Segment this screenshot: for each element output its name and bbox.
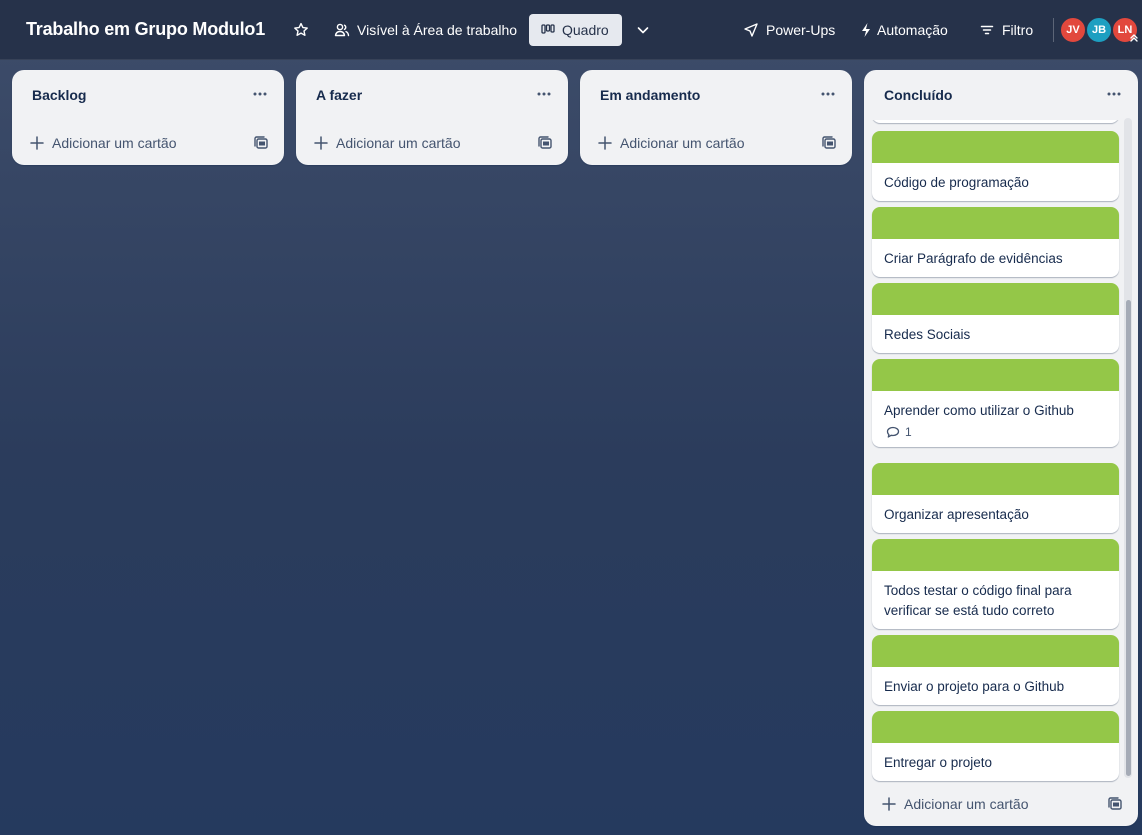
- card-title: Código de programação: [884, 175, 1029, 190]
- board-title[interactable]: Trabalho em Grupo Modulo1: [26, 19, 265, 40]
- template-icon: [254, 136, 268, 149]
- plus-icon: [30, 136, 44, 150]
- add-card-button[interactable]: Adicionar um cartão: [20, 129, 236, 157]
- add-card-label: Adicionar um cartão: [52, 135, 177, 151]
- add-card-button[interactable]: Adicionar um cartão: [304, 129, 520, 157]
- add-card-label: Adicionar um cartão: [620, 135, 745, 151]
- list-em-andamento: Em andamento Adicionar um cartão: [580, 70, 852, 165]
- card-cover: [872, 539, 1119, 571]
- people-icon: [334, 23, 350, 37]
- card[interactable]: Organizar apresentação: [872, 463, 1119, 533]
- board-view-button[interactable]: Quadro: [529, 14, 622, 46]
- add-card-button[interactable]: Adicionar um cartão: [872, 790, 1088, 818]
- admin-chevron-icon: [1128, 32, 1140, 44]
- create-from-template-button[interactable]: [1106, 795, 1124, 813]
- visibility-button[interactable]: Visível à Área de trabalho: [326, 14, 525, 46]
- automation-label: Automação: [877, 22, 948, 38]
- card-title: Redes Sociais: [884, 327, 971, 342]
- plus-icon: [598, 136, 612, 150]
- automation-button[interactable]: Automação: [852, 14, 956, 46]
- filter-icon: [980, 25, 994, 35]
- more-horizontal-icon: [253, 92, 267, 96]
- chevron-down-icon: [637, 27, 649, 34]
- list-title[interactable]: A fazer: [316, 87, 362, 103]
- more-horizontal-icon: [537, 92, 551, 96]
- powerups-label: Power-Ups: [766, 22, 836, 38]
- add-card-button[interactable]: Adicionar um cartão: [588, 129, 804, 157]
- rocket-icon: [744, 23, 758, 37]
- template-icon: [1108, 797, 1122, 810]
- board-view-icon: [541, 24, 555, 34]
- list-menu-button[interactable]: [814, 84, 842, 104]
- list-menu-button[interactable]: [530, 84, 558, 104]
- header-divider: [1053, 18, 1054, 42]
- card-cover: [872, 131, 1119, 163]
- list-scrollbar-thumb[interactable]: [1126, 300, 1131, 776]
- comment-icon: [886, 426, 900, 438]
- board-view-label: Quadro: [562, 22, 609, 38]
- member-avatar[interactable]: JB: [1086, 17, 1112, 43]
- card-cover: [872, 635, 1119, 667]
- card[interactable]: Enviar o projeto para o Github: [872, 635, 1119, 705]
- template-icon: [538, 136, 552, 149]
- card-cover: [872, 359, 1119, 391]
- card[interactable]: Criar Parágrafo de evidências: [872, 207, 1119, 277]
- list-concluido: Concluído Código de programação Criar Pa…: [864, 70, 1138, 826]
- filter-button[interactable]: Filtro: [971, 14, 1041, 46]
- add-card-label: Adicionar um cartão: [336, 135, 461, 151]
- card[interactable]: Redes Sociais: [872, 283, 1119, 353]
- list-backlog: Backlog Adicionar um cartão: [12, 70, 284, 165]
- star-icon: [294, 22, 308, 36]
- create-from-template-button[interactable]: [252, 134, 270, 152]
- list-menu-button[interactable]: [1100, 84, 1128, 104]
- card[interactable]: Aprender como utilizar o Github 1: [872, 359, 1119, 447]
- card-cover: [872, 283, 1119, 315]
- card-cover: [872, 463, 1119, 495]
- comment-count: 1: [905, 425, 912, 439]
- card-list[interactable]: Código de programação Criar Parágrafo de…: [864, 120, 1138, 790]
- star-board-button[interactable]: [285, 14, 317, 46]
- template-icon: [822, 136, 836, 149]
- visibility-label: Visível à Área de trabalho: [357, 22, 518, 38]
- more-horizontal-icon: [1107, 92, 1121, 96]
- create-from-template-button[interactable]: [536, 134, 554, 152]
- list-title[interactable]: Em andamento: [600, 87, 700, 103]
- card-cover: [872, 711, 1119, 743]
- card-badges: 1: [872, 425, 1119, 447]
- create-from-template-button[interactable]: [820, 134, 838, 152]
- card-partial[interactable]: [872, 120, 1119, 123]
- list-a-fazer: A fazer Adicionar um cartão: [296, 70, 568, 165]
- card-title: Enviar o projeto para o Github: [884, 679, 1065, 694]
- list-menu-button[interactable]: [246, 84, 274, 104]
- member-avatar[interactable]: JV: [1060, 17, 1086, 43]
- card-title: Organizar apresentação: [884, 507, 1029, 522]
- card-title: Todos testar o código final para verific…: [884, 583, 1072, 618]
- more-horizontal-icon: [821, 92, 835, 96]
- plus-icon: [882, 797, 896, 811]
- lightning-icon: [862, 23, 870, 37]
- card[interactable]: Todos testar o código final para verific…: [872, 539, 1119, 629]
- board-header: Trabalho em Grupo Modulo1 Visível à Área…: [0, 0, 1142, 60]
- card-title: Entregar o projeto: [884, 755, 993, 770]
- card-title: Aprender como utilizar o Github: [884, 403, 1074, 418]
- card-cover: [872, 207, 1119, 239]
- card[interactable]: Entregar o projeto: [872, 711, 1119, 781]
- powerups-button[interactable]: Power-Ups: [735, 14, 843, 46]
- plus-icon: [314, 136, 328, 150]
- card[interactable]: Código de programação: [872, 131, 1119, 201]
- list-title[interactable]: Backlog: [32, 87, 86, 103]
- add-card-label: Adicionar um cartão: [904, 796, 1029, 812]
- list-title[interactable]: Concluído: [884, 87, 952, 103]
- card-title: Criar Parágrafo de evidências: [884, 251, 1063, 266]
- filter-label: Filtro: [1002, 22, 1034, 38]
- view-switcher-button[interactable]: [628, 14, 658, 46]
